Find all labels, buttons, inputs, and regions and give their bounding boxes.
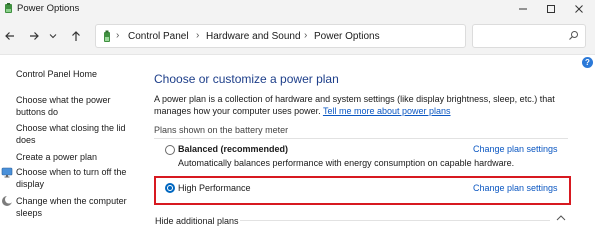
sidebar-item-power-buttons-line2[interactable]: buttons do — [16, 106, 58, 118]
arrow-right-icon — [30, 32, 39, 40]
help-icon[interactable]: ? — [582, 57, 593, 68]
close-icon — [575, 4, 583, 13]
monitor-icon — [1, 167, 13, 178]
back-button[interactable] — [2, 28, 18, 44]
up-button[interactable] — [68, 28, 84, 44]
balanced-change-plan-settings-link[interactable]: Change plan settings — [473, 144, 558, 154]
sidebar-item-computer-sleeps[interactable]: Change when the computer — [16, 195, 127, 207]
sidebar-item-control-panel-home[interactable]: Control Panel Home — [16, 68, 97, 80]
minimize-icon — [519, 8, 527, 9]
hide-additional-plans-toggle[interactable]: Hide additional plans — [155, 216, 239, 226]
breadcrumb-hardware-and-sound[interactable]: Hardware and Sound — [206, 31, 301, 42]
minimize-button[interactable] — [509, 0, 537, 17]
maximize-icon — [547, 4, 555, 13]
section-divider — [154, 138, 568, 139]
balanced-plan-radio[interactable] — [165, 145, 175, 155]
address-bar[interactable]: › Control Panel › Hardware and Sound › P… — [95, 24, 549, 48]
page-description: A power plan is a collection of hardware… — [154, 93, 574, 117]
sidebar-item-create-power-plan[interactable]: Create a power plan — [16, 151, 97, 163]
arrow-left-icon — [5, 32, 14, 40]
description-line-2: manages how your computer uses power. Te… — [154, 105, 574, 117]
balanced-plan-name[interactable]: Balanced (recommended) — [178, 144, 288, 154]
sidebar-item-closing-lid-line2[interactable]: does — [16, 134, 36, 146]
description-line-1: A power plan is a collection of hardware… — [154, 94, 555, 104]
sidebar-item-turn-off-display[interactable]: Choose when to turn off the — [16, 166, 126, 178]
search-icon — [569, 31, 578, 40]
chevron-up-icon[interactable] — [556, 214, 566, 222]
high-performance-plan-radio[interactable] — [165, 183, 175, 193]
balanced-plan-description: Automatically balances performance with … — [178, 158, 515, 168]
forward-button[interactable] — [26, 28, 42, 44]
sidebar-item-computer-sleeps-line2[interactable]: sleeps — [16, 207, 42, 219]
description-line-2-text: manages how your computer uses power. — [154, 106, 321, 116]
sidebar-item-power-buttons[interactable]: Choose what the power — [16, 94, 111, 106]
high-performance-change-plan-settings-link[interactable]: Change plan settings — [473, 183, 558, 193]
recent-locations-button[interactable] — [45, 28, 61, 44]
arrow-up-icon — [72, 31, 80, 41]
chevron-down-icon — [49, 34, 57, 39]
breadcrumb-separator-icon: › — [196, 30, 200, 41]
learn-more-link[interactable]: Tell me more about power plans — [323, 106, 451, 116]
breadcrumb-separator-icon: › — [304, 30, 308, 41]
sleep-moon-icon — [2, 195, 13, 206]
breadcrumb-control-panel[interactable]: Control Panel — [128, 31, 189, 42]
sidebar-item-closing-lid[interactable]: Choose what closing the lid — [16, 122, 126, 134]
breadcrumb-power-options[interactable]: Power Options — [314, 31, 380, 42]
title-bar: Power Options — [0, 0, 595, 17]
battery-icon — [104, 30, 110, 42]
breadcrumb-separator-icon: › — [116, 30, 120, 41]
sidebar: Control Panel Home Choose what the power… — [0, 56, 140, 236]
maximize-button[interactable] — [537, 0, 565, 17]
high-performance-plan-name[interactable]: High Performance — [178, 183, 251, 193]
navigation-bar: › Control Panel › Hardware and Sound › P… — [0, 17, 595, 55]
window-title: Power Options — [17, 3, 80, 14]
section-label: Plans shown on the battery meter — [154, 125, 289, 135]
search-input[interactable] — [472, 24, 586, 48]
power-options-icon — [5, 3, 12, 13]
hide-plans-divider — [240, 220, 550, 221]
sidebar-item-turn-off-display-line2[interactable]: display — [16, 178, 44, 190]
close-button[interactable] — [565, 0, 593, 17]
page-title: Choose or customize a power plan — [154, 72, 339, 86]
